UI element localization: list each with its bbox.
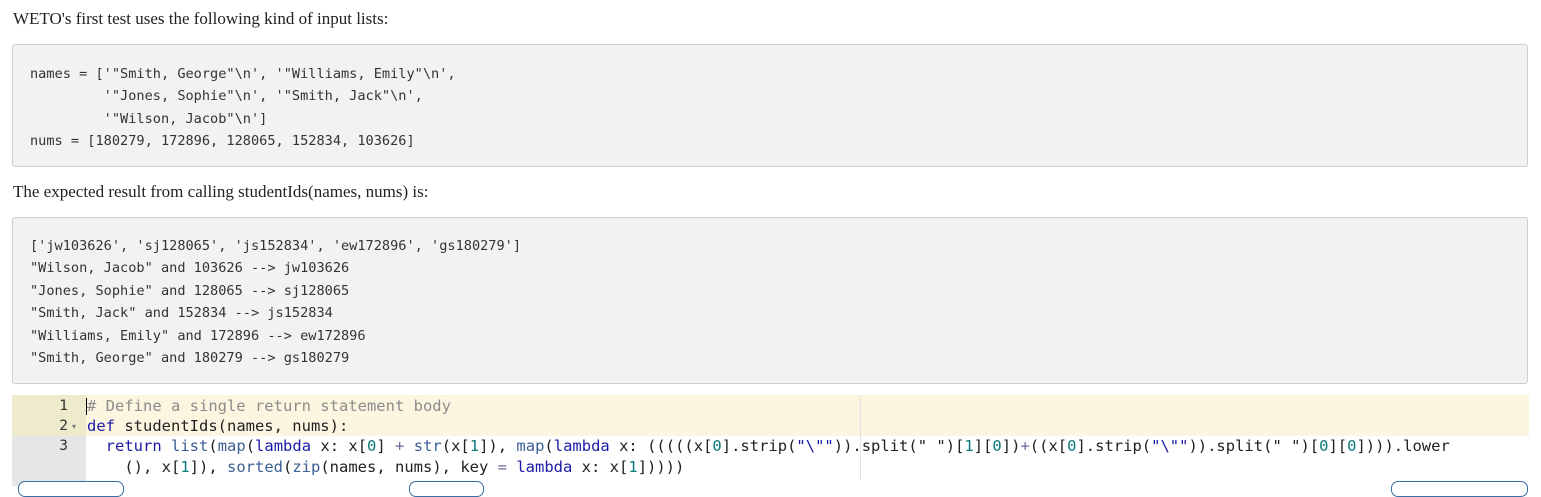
code-token: map: [217, 437, 246, 455]
code-token: +: [395, 437, 405, 455]
code-token: ][: [1328, 437, 1348, 455]
code-token: (), x[: [87, 458, 181, 476]
code-token: "\"": [796, 437, 834, 455]
code-token: ((x[: [1029, 437, 1068, 455]
code-line-3-wrap[interactable]: (), x[1]), sorted(zip(names, nums), key …: [87, 458, 684, 476]
code-token: map: [516, 437, 545, 455]
intro-text: WETO's first test uses the following kin…: [13, 9, 389, 28]
code-token: (: [245, 437, 256, 455]
code-line: '"Jones, Sophie"\n', '"Smith, Jack"\n',: [30, 88, 423, 105]
code-token: def: [87, 417, 115, 435]
code-token: lambda: [255, 437, 312, 455]
code-token: 0: [712, 437, 722, 455]
code-line-3[interactable]: return list(map(lambda x: x[0] + str(x[1…: [87, 437, 1450, 455]
code-line: nums = [180279, 172896, 128065, 152834, …: [30, 133, 415, 150]
line-number: 3: [59, 438, 68, 454]
code-token: ]: [376, 437, 396, 455]
code-line: "Smith, Jack" and 152834 --> js152834: [30, 305, 333, 322]
next-button[interactable]: [1391, 481, 1528, 497]
input-code-block: names = ['"Smith, George"\n', '"Williams…: [12, 44, 1528, 167]
code-editor[interactable]: 1 2 ▾ 3 # Define a single return stateme…: [12, 395, 1529, 486]
code-token: x: (((((x[: [609, 437, 713, 455]
code-token: sorted: [227, 458, 283, 476]
code-token: 1: [964, 437, 974, 455]
line-number: 2: [59, 418, 68, 434]
code-token: +: [1020, 437, 1030, 455]
code-token: str: [413, 437, 442, 455]
check-button[interactable]: [409, 481, 484, 497]
code-token: # Define a single return statement body: [87, 397, 451, 415]
code-line-2[interactable]: def studentIds(names, nums):: [87, 417, 348, 435]
code-token: 1: [469, 437, 480, 455]
run-button[interactable]: [18, 481, 124, 497]
code-token: lambda: [553, 437, 610, 455]
code-token: (: [208, 437, 218, 455]
code-line-1[interactable]: # Define a single return statement body: [87, 397, 451, 415]
code-line: "Jones, Sophie" and 128065 --> sj128065: [30, 282, 350, 299]
code-token: zip: [292, 458, 321, 476]
code-token: )).split(: [1188, 437, 1273, 455]
expected-output-block: ['jw103626', 'sj128065', 'js152834', 'ew…: [12, 217, 1528, 384]
code-token: (: [283, 458, 293, 476]
code-token: " ": [917, 437, 946, 455]
code-token: " ": [1272, 437, 1301, 455]
code-token: ]): [1001, 437, 1021, 455]
code-token: ]))).lower: [1356, 437, 1450, 455]
code-token: (: [544, 437, 554, 455]
code-token: list: [171, 437, 209, 455]
code-line: '"Wilson, Jacob"\n']: [30, 110, 268, 127]
code-token: ]),: [189, 458, 227, 476]
code-token: ][: [973, 437, 993, 455]
code-token: x: x[: [311, 437, 368, 455]
code-line: ['jw103626', 'sj128065', 'js152834', 'ew…: [30, 238, 522, 254]
code-token: ])))): [637, 458, 685, 476]
code-token: =: [497, 458, 507, 476]
code-token: ].strip(: [721, 437, 797, 455]
code-token: (names, nums), key: [320, 458, 498, 476]
code-token: 1: [628, 458, 638, 476]
expected-result-text: The expected result from calling student…: [13, 182, 429, 201]
line-number: 1: [59, 398, 68, 414]
code-token: 0: [367, 437, 377, 455]
fold-arrow-icon[interactable]: ▾: [72, 422, 76, 431]
code-token: 1: [180, 458, 190, 476]
code-token: "\"": [1151, 437, 1189, 455]
code-line: "Wilson, Jacob" and 103626 --> jw103626: [30, 260, 350, 277]
code-token: )).split(: [833, 437, 918, 455]
code-line: names = ['"Smith, George"\n', '"Williams…: [30, 66, 456, 82]
code-token: )[: [945, 437, 965, 455]
code-token: 0: [992, 437, 1002, 455]
code-token: lambda: [516, 458, 573, 476]
code-token: x: x[: [572, 458, 629, 476]
code-token: )[: [1300, 437, 1320, 455]
code-token: ].strip(: [1076, 437, 1152, 455]
code-token: return: [105, 437, 162, 455]
code-token: ]),: [479, 437, 517, 455]
code-token: studentIds(names, nums):: [115, 417, 349, 435]
code-line: "Smith, George" and 180279 --> gs180279: [30, 349, 350, 366]
code-token: (x[: [441, 437, 470, 455]
code-line: "Williams, Emily" and 172896 --> ew17289…: [30, 327, 366, 344]
